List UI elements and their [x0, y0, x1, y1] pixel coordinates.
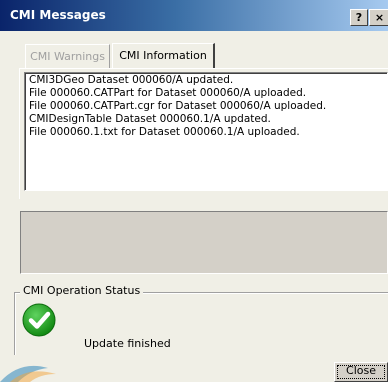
decorative-swirl-icon: [0, 365, 56, 382]
tab-cmi-warnings[interactable]: CMI Warnings: [25, 44, 110, 68]
list-item[interactable]: File 000060.CATPart for Dataset 000060/A…: [29, 87, 387, 100]
status-text: Update finished: [84, 337, 171, 350]
list-item[interactable]: CMIDesignTable Dataset 000060.1/A update…: [29, 113, 387, 126]
check-circle-icon: [22, 303, 56, 337]
window-close-button[interactable]: ×: [369, 9, 388, 26]
close-button[interactable]: Close: [334, 362, 388, 382]
list-item[interactable]: CMI3DGeo Dataset 000060/A updated.: [29, 74, 387, 87]
list-item[interactable]: File 000060.1.txt for Dataset 000060.1/A…: [29, 126, 387, 139]
message-list[interactable]: CMI3DGeo Dataset 000060/A updated. File …: [24, 72, 388, 191]
status-group-label: CMI Operation Status: [20, 284, 144, 297]
help-button[interactable]: ?: [350, 9, 368, 26]
tab-cmi-information[interactable]: CMI Information: [112, 43, 215, 69]
status-groupbox: [14, 292, 388, 355]
details-area: [20, 211, 388, 274]
title-bar[interactable]: CMI Messages ? ×: [0, 0, 388, 31]
list-item[interactable]: File 000060.CATPart.cgr for Dataset 0000…: [29, 100, 387, 113]
window-title: CMI Messages: [10, 8, 106, 22]
